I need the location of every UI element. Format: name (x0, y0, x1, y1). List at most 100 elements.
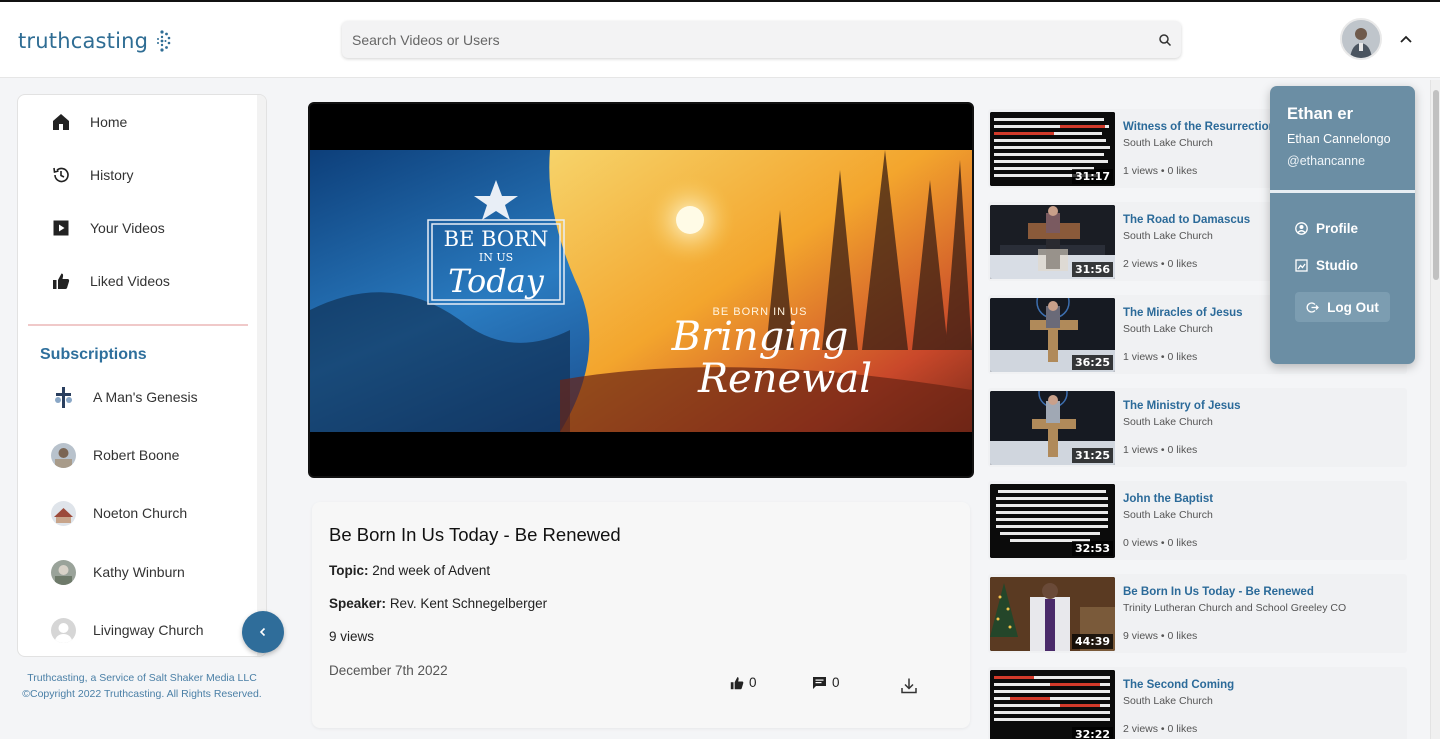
collapse-sidebar-button[interactable] (242, 611, 284, 653)
profile-icon (1295, 222, 1308, 235)
subscription-label: Livingway Church (93, 622, 204, 638)
user-full-name: Ethan Cannelongo (1287, 132, 1391, 146)
related-video-channel[interactable]: South Lake Church (1123, 509, 1213, 521)
video-thumbnail: 31:17 (990, 112, 1115, 186)
related-video-title[interactable]: John the Baptist (1123, 493, 1213, 505)
menu-item-label: Profile (1316, 221, 1359, 236)
video-thumbnail: 32:22 (990, 670, 1115, 739)
like-button[interactable]: 0 (730, 675, 757, 690)
history-icon (53, 167, 69, 183)
subscription-item[interactable]: Robert Boone (18, 435, 258, 475)
sidebar-item-your-videos[interactable]: Your Videos (18, 208, 258, 248)
channel-avatar (51, 442, 76, 468)
video-play-icon (53, 220, 69, 236)
related-video-item[interactable]: 44:39 Be Born In Us Today - Be Renewed T… (988, 574, 1407, 653)
related-video-stats: 1 views • 0 likes (1123, 165, 1198, 177)
user-menu-dropdown: Ethan er Ethan Cannelongo @ethancanne Pr… (1270, 86, 1415, 364)
related-video-title[interactable]: Be Born In Us Today - Be Renewed (1123, 586, 1314, 598)
video-duration: 31:25 (1071, 448, 1113, 463)
related-video-stats: 1 views • 0 likes (1123, 351, 1198, 363)
logo-dots-icon (157, 30, 171, 52)
sidebar-scrollbar[interactable] (257, 95, 266, 656)
related-video-channel[interactable]: South Lake Church (1123, 695, 1213, 707)
sidebar-item-label: Liked Videos (90, 273, 170, 289)
related-video-channel[interactable]: South Lake Church (1123, 137, 1213, 149)
related-video-item[interactable]: 32:53 John the Baptist South Lake Church… (988, 481, 1407, 560)
artwork-text: Bringing (671, 314, 849, 360)
subscription-item[interactable]: Kathy Winburn (18, 552, 258, 592)
subscription-label: Noeton Church (93, 505, 188, 521)
sidebar-item-liked-videos[interactable]: Liked Videos (18, 261, 258, 301)
video-topic: Topic: 2nd week of Advent (329, 563, 490, 578)
logout-button[interactable]: Log Out (1295, 292, 1390, 322)
related-video-stats: 9 views • 0 likes (1123, 630, 1198, 642)
like-count: 0 (749, 675, 757, 690)
user-handle: @ethancanne (1287, 154, 1366, 168)
related-video-title[interactable]: The Second Coming (1123, 679, 1234, 691)
related-video-stats: 2 views • 0 likes (1123, 258, 1198, 270)
related-video-stats: 2 views • 0 likes (1123, 723, 1198, 735)
sidebar-item-home[interactable]: Home (18, 102, 258, 142)
channel-avatar (51, 559, 76, 585)
video-player[interactable]: BE BORN IN US Today BE BORN IN US Bringi… (308, 102, 974, 478)
sidebar-item-history[interactable]: History (18, 155, 258, 195)
speaker-value: Rev. Kent Schnegelberger (389, 596, 548, 611)
related-video-title[interactable]: The Road to Damascus (1123, 214, 1250, 226)
video-duration: 31:56 (1071, 262, 1113, 277)
sidebar-item-label: History (90, 167, 134, 183)
logo[interactable]: truthcasting (18, 28, 172, 54)
chevron-left-icon (259, 627, 266, 637)
subscription-item[interactable]: A Man's Genesis (18, 377, 258, 417)
subscription-label: Robert Boone (93, 447, 180, 463)
menu-item-profile[interactable]: Profile (1295, 221, 1358, 236)
chevron-up-icon[interactable] (1398, 31, 1414, 47)
search-icon[interactable] (1158, 33, 1172, 47)
video-duration: 32:53 (1071, 541, 1113, 556)
video-duration: 44:39 (1071, 634, 1113, 649)
logout-label: Log Out (1327, 299, 1379, 315)
sidebar-divider (28, 324, 248, 326)
search-bar (342, 21, 1181, 58)
download-icon[interactable] (900, 677, 918, 694)
comments-button[interactable]: 0 (812, 675, 840, 690)
artwork-text: BE BORN (444, 227, 549, 251)
related-video-channel[interactable]: South Lake Church (1123, 416, 1213, 428)
topic-value: 2nd week of Advent (372, 563, 491, 578)
sidebar-item-label: Your Videos (90, 220, 165, 236)
user-avatar[interactable] (1340, 18, 1382, 60)
menu-divider (1270, 190, 1415, 193)
related-video-item[interactable]: 32:22 The Second Coming South Lake Churc… (988, 667, 1407, 739)
video-duration: 32:22 (1071, 727, 1113, 739)
subscription-item[interactable]: Noeton Church (18, 493, 258, 533)
home-icon (53, 114, 69, 130)
channel-avatar (51, 500, 76, 526)
channel-avatar (51, 384, 76, 410)
thumbs-up-icon (53, 273, 70, 289)
related-video-title[interactable]: The Ministry of Jesus (1123, 400, 1241, 412)
video-title: Be Born In Us Today - Be Renewed (329, 524, 621, 545)
related-video-channel[interactable]: Trinity Lutheran Church and School Greel… (1123, 602, 1346, 614)
related-video-channel[interactable]: South Lake Church (1123, 230, 1213, 242)
related-video-stats: 1 views • 0 likes (1123, 444, 1198, 456)
related-video-title[interactable]: The Miracles of Jesus (1123, 307, 1243, 319)
sidebar-item-label: Home (90, 114, 128, 130)
subscriptions-heading: Subscriptions (40, 346, 147, 363)
logo-text: truthcasting (18, 29, 149, 53)
comment-count: 0 (832, 675, 840, 690)
related-video-item[interactable]: 31:25 The Ministry of Jesus South Lake C… (988, 388, 1407, 467)
page-scrollbar-thumb[interactable] (1433, 90, 1439, 280)
page-scrollbar[interactable] (1430, 80, 1440, 739)
default-avatar-icon (51, 617, 76, 643)
related-video-stats: 0 views • 0 likes (1123, 537, 1198, 549)
video-thumbnail: 44:39 (990, 577, 1115, 651)
subscription-label: Kathy Winburn (93, 564, 185, 580)
subscription-item[interactable]: Livingway Church (18, 610, 258, 650)
search-input[interactable] (342, 21, 1142, 58)
related-video-title[interactable]: Witness of the Resurrection (1123, 121, 1276, 133)
video-thumbnail: 32:53 (990, 484, 1115, 558)
menu-item-studio[interactable]: Studio (1295, 258, 1358, 273)
video-duration: 31:17 (1071, 169, 1113, 184)
topic-label: Topic: (329, 563, 369, 578)
video-views: 9 views (329, 629, 375, 644)
related-video-channel[interactable]: South Lake Church (1123, 323, 1213, 335)
